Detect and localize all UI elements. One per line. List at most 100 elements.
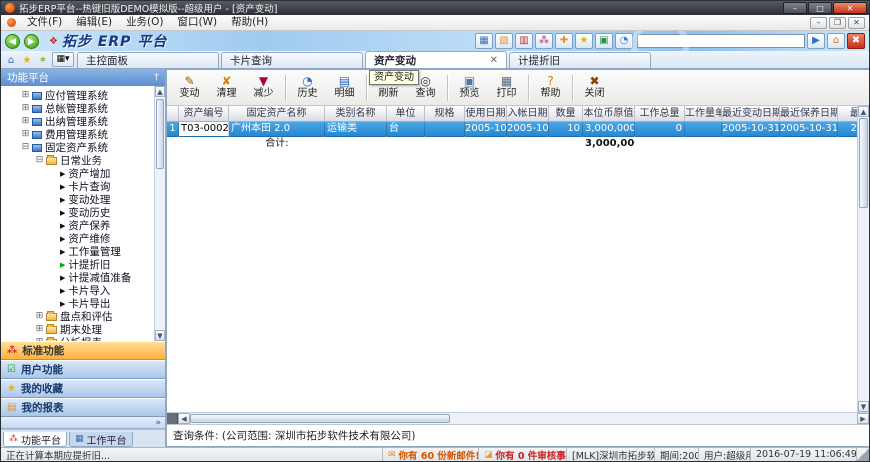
table-cell[interactable]: 3,000,000. (583, 122, 635, 137)
column-header[interactable]: 类别名称 (325, 106, 387, 122)
table-cell[interactable] (685, 122, 722, 137)
sidebar-tab-work-platform[interactable]: ▦工作平台 (69, 432, 133, 447)
preview-button[interactable]: ▣预览 (451, 72, 488, 104)
home-icon[interactable]: ⌂ (827, 33, 845, 49)
table-cell[interactable]: 2005-10-31 (780, 122, 838, 137)
panels-icon[interactable]: ▦ (475, 33, 493, 49)
tab-asset-change[interactable]: 资产变动✕ (365, 51, 507, 68)
table-cell[interactable]: 台 (387, 122, 425, 137)
column-header[interactable]: 本位币原值 (583, 106, 635, 122)
menu-item[interactable]: 帮助(H) (224, 15, 275, 30)
folder-add-icon[interactable]: ✚ (555, 33, 573, 49)
tree-item[interactable]: ⊞分析报表 (3, 336, 165, 341)
hscroll-thumb[interactable] (190, 414, 450, 423)
table-row[interactable]: 1T03-0002广州本田 2.0运输类台2005-10-312005-10-3… (167, 122, 857, 137)
column-header[interactable]: 最近维 (838, 106, 857, 122)
maximize-button[interactable]: □ (808, 2, 832, 14)
expand-toggle-icon[interactable]: ⊞ (21, 91, 30, 100)
table-cell[interactable]: 2005- (838, 122, 857, 137)
org-chart-icon[interactable]: ⁂ (535, 33, 553, 49)
column-header[interactable]: 入帐日期 (507, 106, 549, 122)
column-header[interactable]: 使用日期 (465, 106, 507, 122)
panel-my-favorites[interactable]: ★我的收藏 (1, 379, 165, 398)
mdi-restore-button[interactable]: ❐ (829, 17, 846, 29)
home-tab-icon[interactable]: ⌂ (3, 53, 19, 68)
expand-toggle-icon[interactable]: ⊞ (21, 104, 30, 113)
table-cell[interactable]: 0 (635, 122, 685, 137)
expand-toggle-icon[interactable]: ⊟ (35, 156, 44, 165)
expand-toggle-icon[interactable]: ⊞ (35, 325, 44, 334)
command-input[interactable] (637, 34, 805, 48)
column-header[interactable]: 单位 (387, 106, 425, 122)
expand-toggle-icon[interactable]: ⊟ (21, 143, 30, 152)
print-button[interactable]: ▦打印 (488, 72, 525, 104)
tree-scrollbar[interactable]: ▲ ▼ (154, 86, 165, 341)
cleanup-button[interactable]: ✘清理 (208, 72, 245, 104)
close-tab-icon[interactable]: ✕ (486, 55, 498, 66)
panel-my-reports[interactable]: ▤我的报表 (1, 398, 165, 417)
pin-icon[interactable]: † (154, 72, 159, 83)
table-cell[interactable]: T03-0002 (179, 122, 229, 137)
tab-card-query[interactable]: 卡片查询 (221, 52, 363, 68)
table-vertical-scrollbar[interactable]: ▲ ▼ (857, 106, 869, 412)
mdi-minimize-button[interactable]: – (810, 17, 827, 29)
forward-button[interactable]: ▶ (24, 34, 39, 49)
column-header[interactable]: 最近保养日期 (780, 106, 838, 122)
mail-alert[interactable]: ✉ 你有 60 份新邮件! (383, 448, 479, 461)
table-cell[interactable]: 2005-10-31 (465, 122, 507, 137)
column-header[interactable]: 工作总量 (635, 106, 685, 122)
sidebar-tab-function-platform[interactable]: ⁂功能平台 (3, 432, 67, 447)
chevron-icon[interactable]: » (155, 418, 161, 428)
menu-item[interactable]: 编辑(E) (69, 15, 119, 30)
star-icon[interactable]: ★ (575, 33, 593, 49)
expand-toggle-icon[interactable]: ⊞ (35, 338, 44, 341)
scroll-down-icon[interactable]: ▼ (858, 401, 869, 412)
table-cell[interactable] (425, 122, 465, 137)
scroll-up-icon[interactable]: ▲ (155, 86, 165, 97)
expand-toggle-icon[interactable]: ⊞ (21, 130, 30, 139)
vscroll-thumb[interactable] (859, 118, 868, 208)
reduce-button[interactable]: ▼减少 (245, 72, 282, 104)
menu-item[interactable]: 业务(O) (119, 15, 170, 30)
column-header[interactable]: 资产编号 (179, 106, 229, 122)
splitter-box[interactable] (167, 413, 178, 424)
expand-toggle-icon[interactable]: ⊞ (35, 312, 44, 321)
run-icon[interactable]: ▶ (807, 33, 825, 49)
add-favorite-icon[interactable]: ✶ (35, 53, 51, 68)
table-cell[interactable]: 广州本田 2.0 (229, 122, 325, 137)
scroll-up-icon[interactable]: ▲ (858, 106, 869, 117)
scroll-left-icon[interactable]: ◀ (178, 413, 190, 424)
change-button[interactable]: ✎变动 (171, 72, 208, 104)
table-cell[interactable]: 运输类 (325, 122, 387, 137)
panel-overflow-strip[interactable]: » (1, 417, 165, 429)
scroll-right-icon[interactable]: ▶ (857, 413, 869, 424)
column-header[interactable]: 工作量单位 (685, 106, 722, 122)
audit-alert[interactable]: ◪ 你有 0 件审核事务! (479, 448, 567, 461)
column-header[interactable] (167, 106, 179, 122)
column-header[interactable]: 最近变动日期 (722, 106, 780, 122)
close-button[interactable]: ✕ (833, 2, 867, 14)
detail-button[interactable]: ▤明细 (326, 72, 363, 104)
column-header[interactable]: 数量 (549, 106, 583, 122)
minimize-button[interactable]: – (783, 2, 807, 14)
tab-depreciation[interactable]: 计提折旧 (509, 52, 651, 68)
table-horizontal-scrollbar[interactable]: ◀ ▶ (167, 412, 869, 424)
favorite-star-icon[interactable]: ★ (19, 53, 35, 68)
folder-icon[interactable]: ▧ (495, 33, 513, 49)
banner-close-icon[interactable]: ✖ (847, 33, 865, 49)
column-header[interactable]: 固定资产名称 (229, 106, 325, 122)
book-icon[interactable]: ▥ (515, 33, 533, 49)
expand-toggle-icon[interactable]: ⊞ (21, 117, 30, 126)
resize-grip[interactable] (857, 448, 869, 461)
menu-item[interactable]: 窗口(W) (171, 15, 225, 30)
tree-scroll-thumb[interactable] (156, 99, 164, 169)
help-button[interactable]: ?帮助 (532, 72, 569, 104)
table-cell[interactable]: 2005-10-31 (722, 122, 780, 137)
menu-item[interactable]: 文件(F) (20, 15, 69, 30)
back-button[interactable]: ◀ (5, 34, 20, 49)
tab-list-dropdown[interactable]: ▦▾ (52, 52, 74, 67)
monitor-icon[interactable]: ▣ (595, 33, 613, 49)
column-header[interactable]: 规格 (425, 106, 465, 122)
table-cell[interactable]: 2005-10-31 (507, 122, 549, 137)
mdi-close-button[interactable]: ✕ (848, 17, 865, 29)
